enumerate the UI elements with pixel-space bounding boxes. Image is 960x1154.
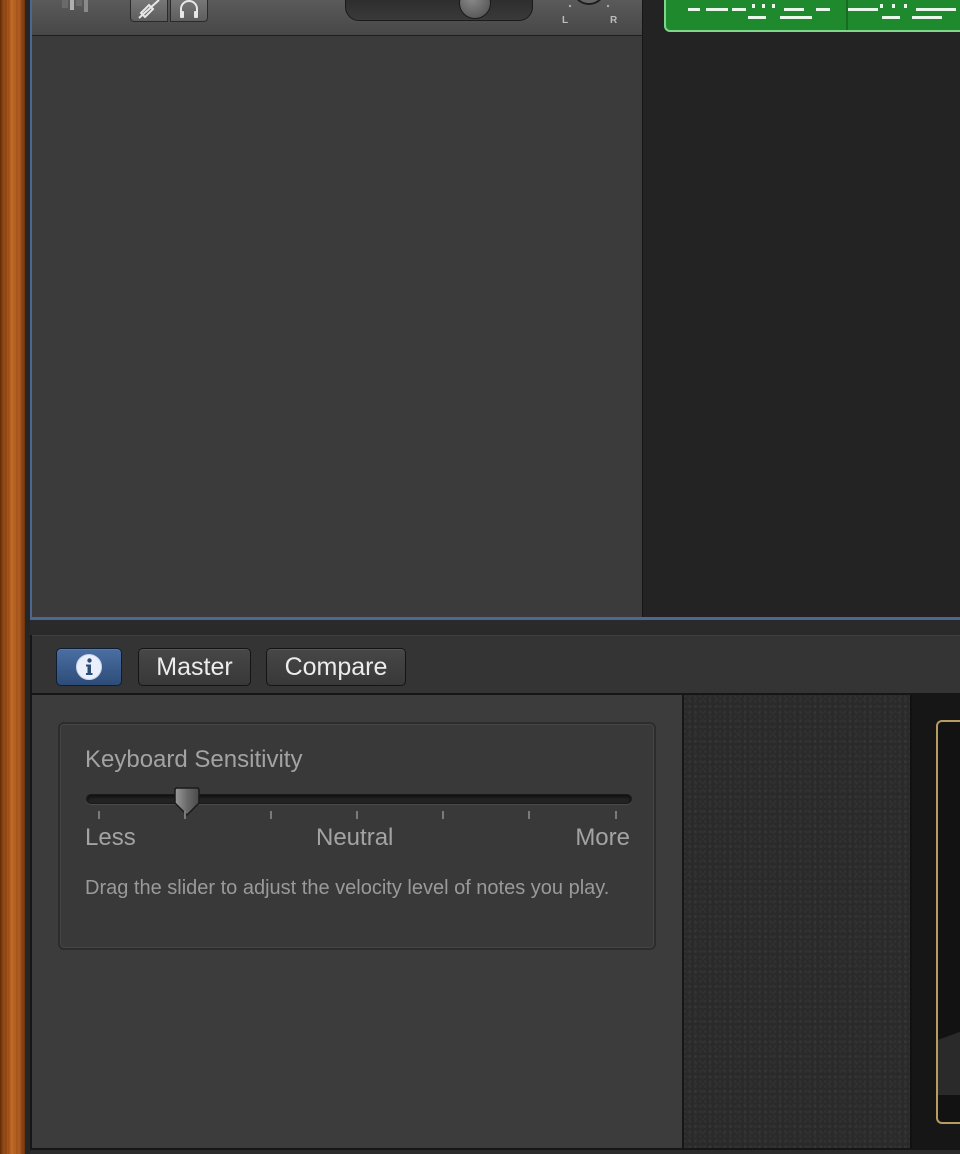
slider-tick [270, 811, 272, 819]
slider-label-less: Less [85, 824, 136, 851]
info-icon [76, 654, 102, 680]
track-header-panel: L R [32, 0, 643, 617]
slider-tick [615, 811, 617, 819]
smart-controls-area: Master Compare Keyboard Sensitivity Less… [30, 635, 960, 1150]
mute-button[interactable] [130, 0, 168, 22]
solo-button[interactable] [170, 0, 208, 22]
compare-button[interactable]: Compare [266, 648, 406, 686]
slider-tick [356, 811, 358, 819]
mute-icon [138, 0, 160, 19]
smart-controls-toolbar: Master Compare [32, 635, 960, 695]
track-header: L R [32, 0, 642, 36]
keyboard-sensitivity-slider[interactable] [86, 794, 632, 804]
tracks-area: L R [30, 0, 960, 620]
slider-label-more: More [575, 824, 630, 851]
slider-tick [528, 811, 530, 819]
keyboard-sensitivity-slider-thumb[interactable] [173, 787, 201, 817]
pan-knob[interactable] [566, 0, 612, 16]
region-notes [688, 0, 956, 30]
keyboard-sensitivity-description: Drag the slider to adjust the velocity l… [85, 877, 610, 899]
keyboard-sensitivity-title: Keyboard Sensitivity [85, 746, 303, 773]
master-button[interactable]: Master [138, 648, 251, 686]
slider-tick [184, 811, 186, 819]
pan-left-label: L [562, 15, 569, 26]
keyboard-sensitivity-group: Keyboard Sensitivity Less Neutral More D… [58, 722, 656, 950]
pane-divider[interactable] [30, 620, 960, 635]
instrument-icon [62, 0, 88, 12]
slider-tick [98, 811, 100, 819]
slider-label-neutral: Neutral [316, 824, 394, 851]
instrument-texture-panel [684, 695, 912, 1148]
info-button[interactable] [56, 648, 122, 686]
track-volume-slider[interactable] [345, 0, 533, 21]
pan-right-label: R [610, 15, 618, 26]
headphones-icon [180, 0, 198, 18]
keyboard-shadow [938, 995, 960, 1095]
slider-tick [442, 811, 444, 819]
wood-side-panel [0, 0, 25, 1154]
volume-slider-thumb[interactable] [459, 0, 491, 19]
controls-panel: Keyboard Sensitivity Less Neutral More D… [32, 695, 684, 1148]
midi-region[interactable] [664, 0, 960, 32]
keyboard-panel [912, 695, 960, 1148]
